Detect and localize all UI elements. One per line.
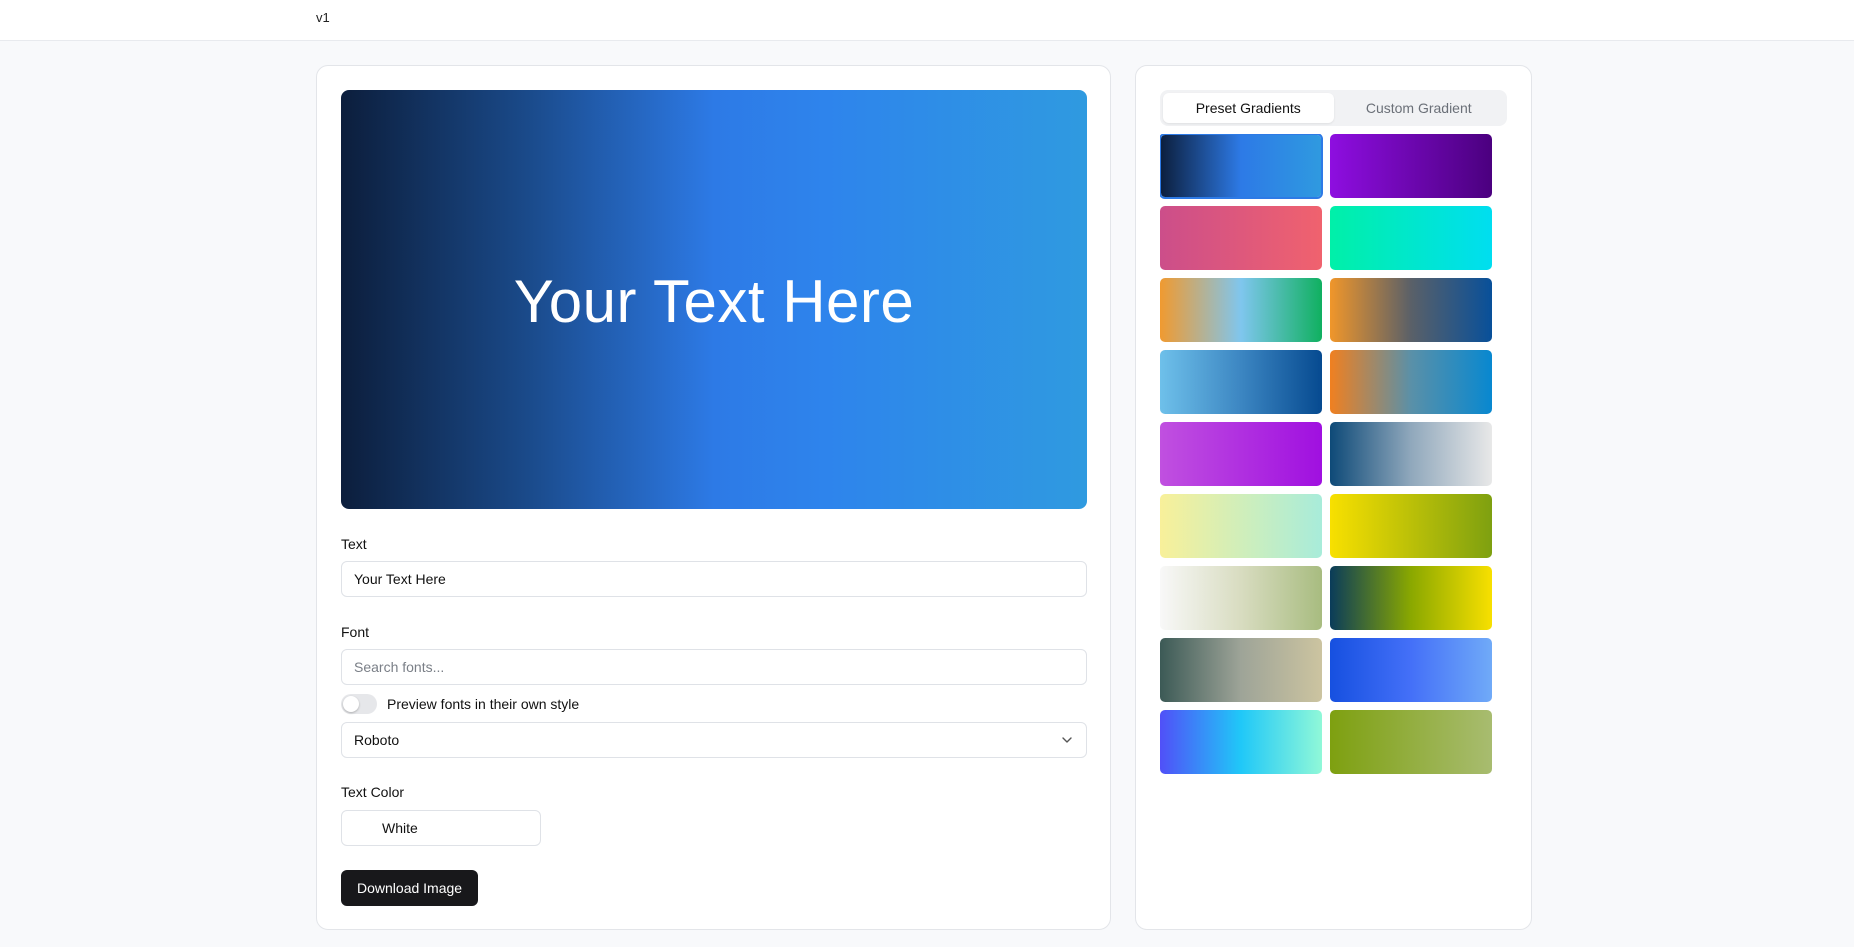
preset-gradient-swatch[interactable] xyxy=(1330,278,1492,342)
preset-gradient-swatch[interactable] xyxy=(1330,134,1492,198)
text-color-label: Text Color xyxy=(341,784,405,800)
preset-gradient-swatch[interactable] xyxy=(1330,206,1492,270)
editor-card: Your Text Here Text Font Preview fonts i… xyxy=(316,65,1111,930)
preset-gradient-swatch[interactable] xyxy=(1160,494,1322,558)
font-select-value: Roboto xyxy=(354,732,400,748)
download-image-button[interactable]: Download Image xyxy=(341,870,479,906)
text-label: Text xyxy=(341,536,367,552)
tab-custom-gradient[interactable]: Custom Gradient xyxy=(1334,93,1505,123)
preview-fonts-label: Preview fonts in their own style xyxy=(387,696,580,712)
preview-fonts-toggle-row: Preview fonts in their own style xyxy=(341,693,579,715)
preset-gradient-swatch[interactable] xyxy=(1160,638,1322,702)
text-color-picker[interactable]: White xyxy=(341,810,541,846)
preset-gradient-swatch[interactable] xyxy=(1330,638,1492,702)
tab-preset-gradients[interactable]: Preset Gradients xyxy=(1163,93,1334,123)
gradient-panel: Preset Gradients Custom Gradient xyxy=(1135,65,1532,930)
preset-gradient-swatch[interactable] xyxy=(1160,206,1322,270)
preset-gradient-swatch[interactable] xyxy=(1330,422,1492,486)
preset-gradient-swatch[interactable] xyxy=(1160,422,1322,486)
preset-gradient-scroll[interactable] xyxy=(1160,134,1494,802)
preset-gradient-swatch[interactable] xyxy=(1330,494,1492,558)
text-color-value: White xyxy=(382,820,418,836)
preset-gradient-swatch[interactable] xyxy=(1330,350,1492,414)
text-input[interactable] xyxy=(341,561,1087,597)
font-select[interactable]: Roboto xyxy=(341,722,1087,758)
preset-gradient-swatch[interactable] xyxy=(1330,710,1492,774)
preview-text: Your Text Here xyxy=(513,268,915,335)
preset-gradient-grid xyxy=(1160,134,1494,774)
top-bar: v1 xyxy=(0,0,1854,41)
gradient-preview: Your Text Here xyxy=(341,90,1087,509)
chevron-down-icon xyxy=(1062,737,1072,743)
preset-gradient-swatch[interactable] xyxy=(1330,566,1492,630)
preset-gradient-swatch[interactable] xyxy=(1160,566,1322,630)
version-label: v1 xyxy=(316,10,330,25)
preset-gradient-swatch[interactable] xyxy=(1160,710,1322,774)
font-label: Font xyxy=(341,624,370,640)
preset-gradient-swatch[interactable] xyxy=(1160,350,1322,414)
gradient-tabs: Preset Gradients Custom Gradient xyxy=(1160,90,1507,126)
preset-gradient-swatch[interactable] xyxy=(1160,134,1323,199)
font-search-input[interactable] xyxy=(341,649,1087,685)
text-color-swatch xyxy=(354,818,374,838)
preview-fonts-toggle[interactable] xyxy=(341,694,377,714)
preset-gradient-swatch[interactable] xyxy=(1160,278,1322,342)
toggle-knob xyxy=(343,696,359,712)
